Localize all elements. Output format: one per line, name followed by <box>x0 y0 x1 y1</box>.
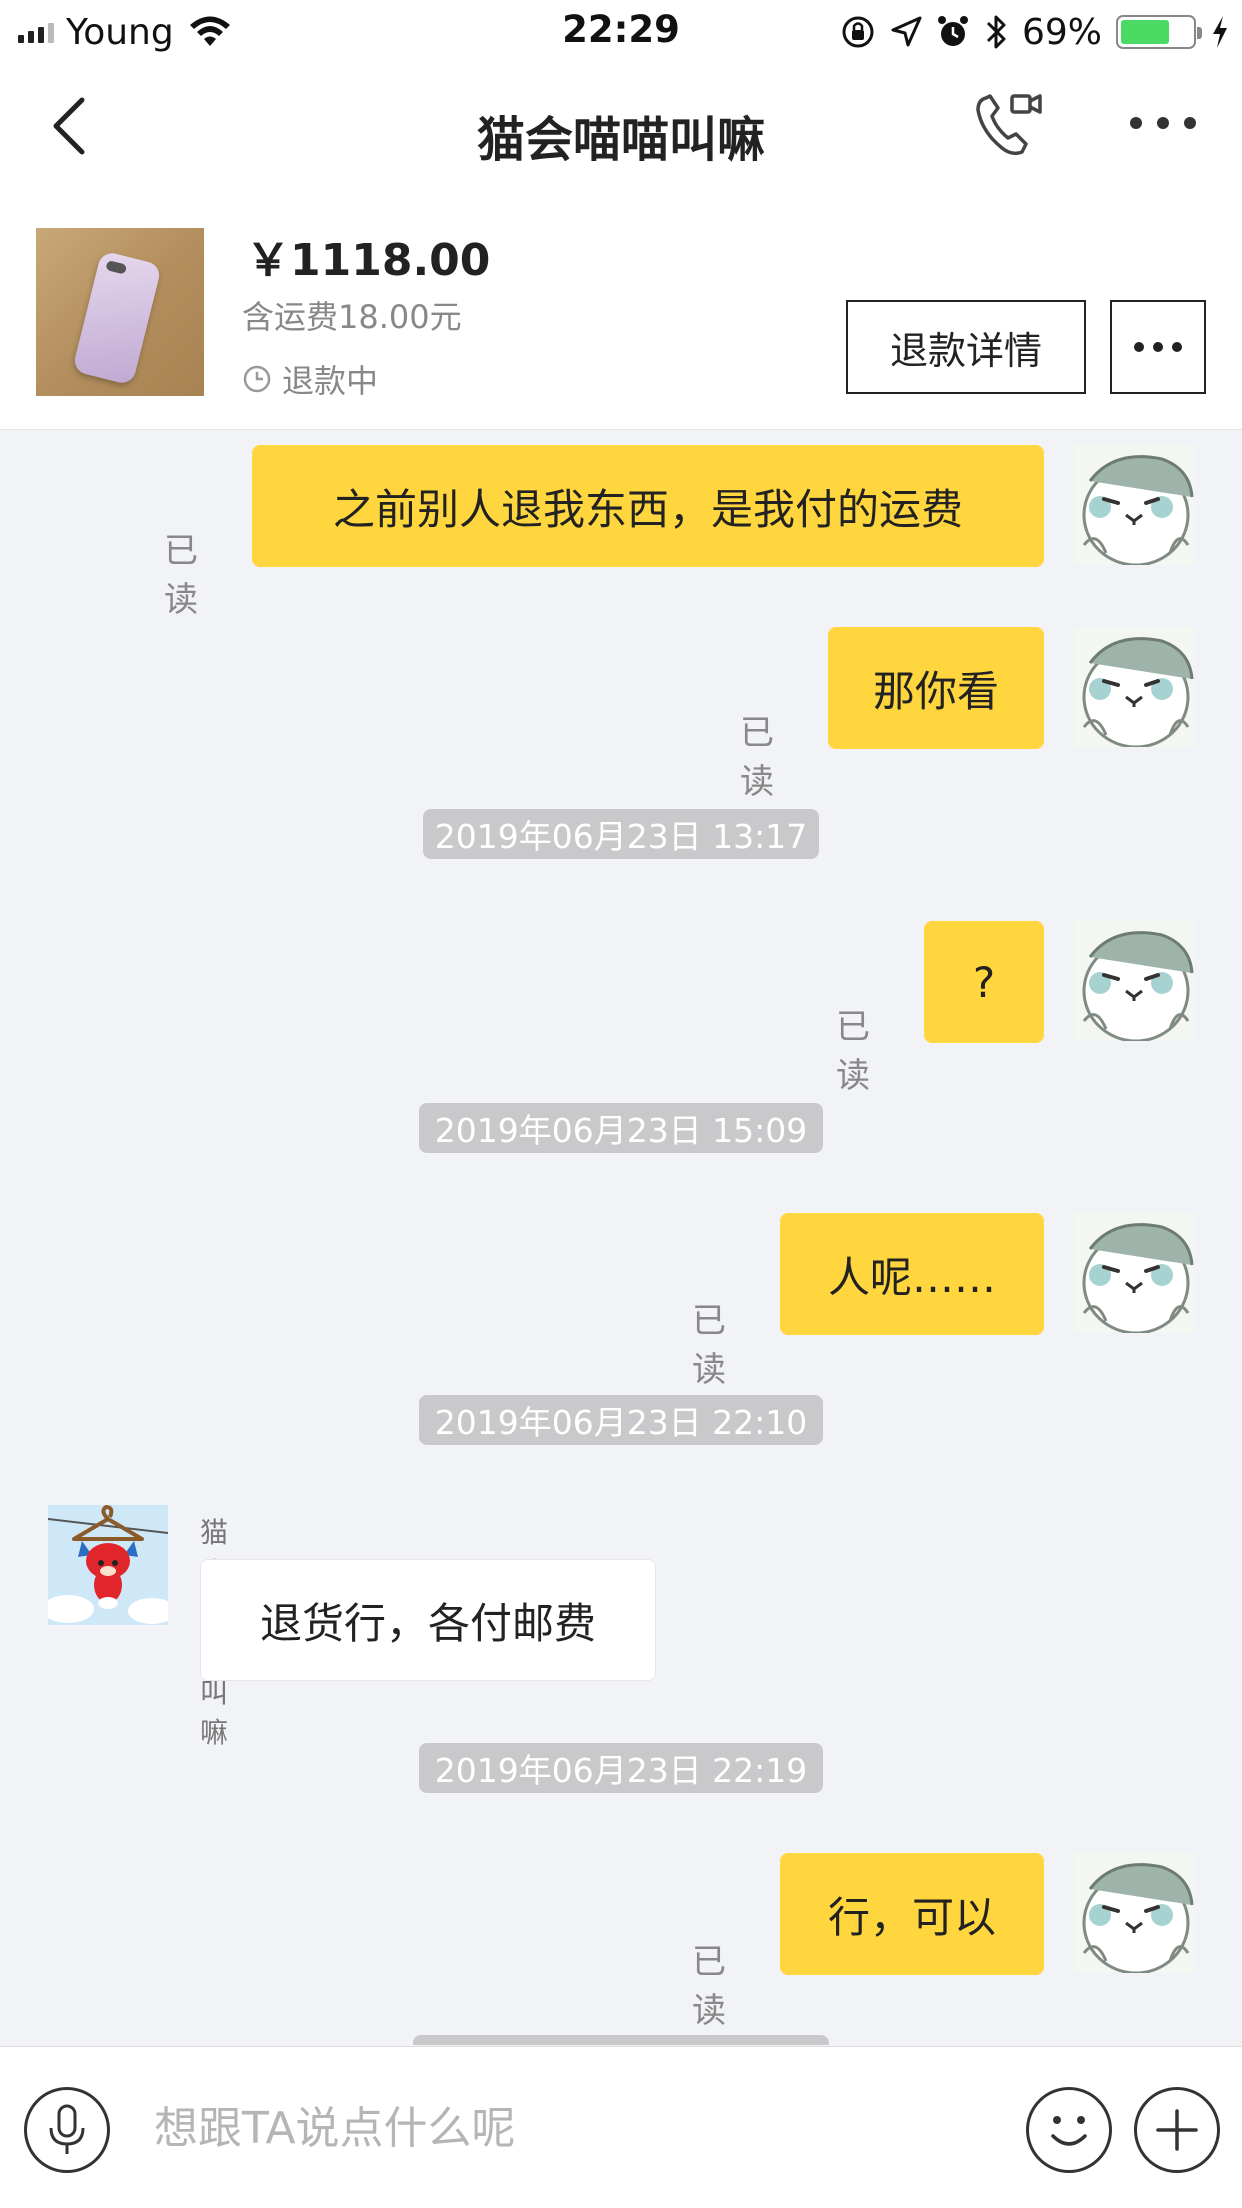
battery-fill <box>1121 20 1170 44</box>
more-dots-icon <box>1134 342 1144 352</box>
battery-percent: 69% <box>1021 11 1102 53</box>
input-bar <box>0 2046 1242 2208</box>
more-dots-icon <box>1130 117 1142 129</box>
timestamp: 2019年06月23日 22:10 <box>419 1395 823 1445</box>
message-bubble[interactable]: 那你看 <box>828 627 1044 749</box>
message-bubble[interactable]: 行，可以 <box>780 1853 1044 1975</box>
refund-details-button[interactable]: 退款详情 <box>846 300 1086 394</box>
battery-icon <box>1116 15 1202 49</box>
microphone-icon <box>49 2104 85 2154</box>
avatar[interactable] <box>1074 1853 1194 1973</box>
read-status: 已读 <box>164 531 198 620</box>
orientation-lock-icon <box>842 16 874 48</box>
avatar[interactable] <box>1074 445 1194 565</box>
read-status: 已读 <box>692 1301 726 1390</box>
refund-status: 退款中 <box>242 356 378 402</box>
status-bar: Young 22:29 69% <box>0 0 1242 64</box>
voice-button[interactable] <box>24 2087 110 2173</box>
charging-icon <box>1213 16 1227 48</box>
nav-bar: 猫会喵喵叫嘛 <box>0 64 1242 188</box>
timestamp: 2019年06月23日 15:09 <box>419 1103 823 1153</box>
message-bubble[interactable]: 退货行，各付邮费 <box>200 1559 656 1681</box>
clock-icon <box>243 365 271 393</box>
status-right: 69% <box>840 10 1230 54</box>
read-status: 已读 <box>692 1942 726 2031</box>
avatar[interactable] <box>1074 921 1194 1041</box>
cat-avatar-icon <box>1074 627 1194 747</box>
chat-area[interactable]: 已读 之前别人退我东西，是我付的运费 已读 那你看 2019年06月23日 13… <box>0 431 1242 2045</box>
order-more-button[interactable] <box>1110 300 1206 394</box>
page-title: 猫会喵喵叫嘛 <box>476 112 765 168</box>
more-options-button[interactable] <box>1130 108 1196 138</box>
more-actions-button[interactable] <box>1134 2087 1220 2173</box>
message-bubble[interactable]: ? <box>924 921 1044 1043</box>
cat-avatar-icon <box>1074 1213 1194 1333</box>
emoji-icon <box>1051 2116 1087 2146</box>
refund-status-label: 退款中 <box>282 362 379 400</box>
phone-image <box>71 250 163 386</box>
read-status: 已读 <box>740 713 774 802</box>
plus-icon <box>1156 2109 1198 2151</box>
location-icon <box>891 16 922 47</box>
video-call-icon <box>976 94 1042 156</box>
product-image[interactable] <box>36 228 204 396</box>
bluetooth-icon <box>986 15 1006 49</box>
read-status: 已读 <box>836 1007 870 1096</box>
message-input[interactable] <box>130 2083 1010 2173</box>
order-card: ￥1118.00 含运费18.00元 退款中 退款详情 <box>0 188 1242 430</box>
cat-avatar-icon <box>1074 921 1194 1041</box>
avatar[interactable] <box>1074 627 1194 747</box>
cat-avatar-icon <box>1074 1853 1194 1973</box>
avatar[interactable] <box>48 1505 168 1625</box>
timestamp: 2019年06月23日 13:17 <box>423 809 819 859</box>
timestamp: 2019年06月23日 22:19 <box>419 1743 823 1793</box>
timestamp-partial <box>413 2035 829 2045</box>
emoji-button[interactable] <box>1026 2087 1112 2173</box>
alarm-icon <box>937 16 968 46</box>
cat-avatar-icon <box>1074 445 1194 565</box>
avatar[interactable] <box>1074 1213 1194 1333</box>
message-bubble[interactable]: 人呢…… <box>780 1213 1044 1335</box>
order-price: ￥1118.00 <box>246 235 491 286</box>
shipping-note: 含运费18.00元 <box>242 298 462 336</box>
video-call-button[interactable] <box>972 88 1044 160</box>
message-bubble[interactable]: 之前别人退我东西，是我付的运费 <box>252 445 1044 567</box>
fox-avatar-icon <box>48 1505 168 1625</box>
